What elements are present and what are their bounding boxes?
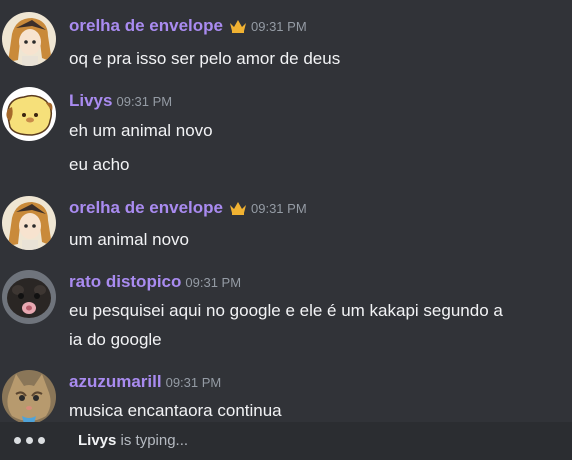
message-text: eh um animal novo	[69, 121, 213, 140]
message-list[interactable]: orelha de envelope 09:31 PM oq e pra iss…	[0, 0, 572, 422]
message-text: eu pesquisei aqui no google e ele é um k…	[69, 301, 503, 320]
timestamp[interactable]: 09:31 PM	[166, 375, 222, 390]
message-header: rato distopico 09:31 PM	[69, 272, 241, 292]
timestamp[interactable]: 09:31 PM	[251, 201, 307, 216]
username[interactable]: azuzumarill	[69, 372, 162, 392]
typing-dots-icon	[14, 437, 45, 444]
message-header: Livys 09:31 PM	[69, 91, 172, 111]
username[interactable]: Livys	[69, 91, 112, 111]
typing-user[interactable]: Livys	[78, 432, 116, 449]
timestamp[interactable]: 09:31 PM	[251, 19, 307, 34]
message-text: oq e pra isso ser pelo amor de deus	[69, 49, 341, 68]
message-text: musica encantaora continua	[69, 401, 282, 420]
typing-text: Livys is typing...	[78, 432, 188, 449]
message-header: orelha de envelope 09:31 PM	[69, 198, 307, 218]
anime-character-avatar[interactable]	[2, 12, 56, 66]
timestamp[interactable]: 09:31 PM	[116, 94, 172, 109]
message-header: orelha de envelope 09:31 PM	[69, 16, 307, 36]
message-header: azuzumarill 09:31 PM	[69, 372, 221, 392]
typing-dot	[26, 437, 33, 444]
anime-character-avatar[interactable]	[2, 196, 56, 250]
crown-icon	[230, 202, 246, 215]
cat-avatar[interactable]	[2, 370, 56, 422]
typing-dot	[14, 437, 21, 444]
typing-dot	[38, 437, 45, 444]
message-text: eu acho	[69, 155, 130, 174]
typing-label: is typing...	[116, 432, 189, 449]
username[interactable]: orelha de envelope	[69, 198, 223, 218]
username[interactable]: rato distopico	[69, 272, 181, 292]
crown-icon	[230, 20, 246, 33]
message-text: ia do google	[69, 330, 162, 349]
pompompurin-avatar[interactable]	[2, 87, 56, 141]
username[interactable]: orelha de envelope	[69, 16, 223, 36]
typing-indicator: Livys is typing...	[0, 422, 572, 460]
message-text: um animal novo	[69, 230, 190, 249]
animal-face-avatar[interactable]	[2, 270, 56, 324]
timestamp[interactable]: 09:31 PM	[185, 275, 241, 290]
